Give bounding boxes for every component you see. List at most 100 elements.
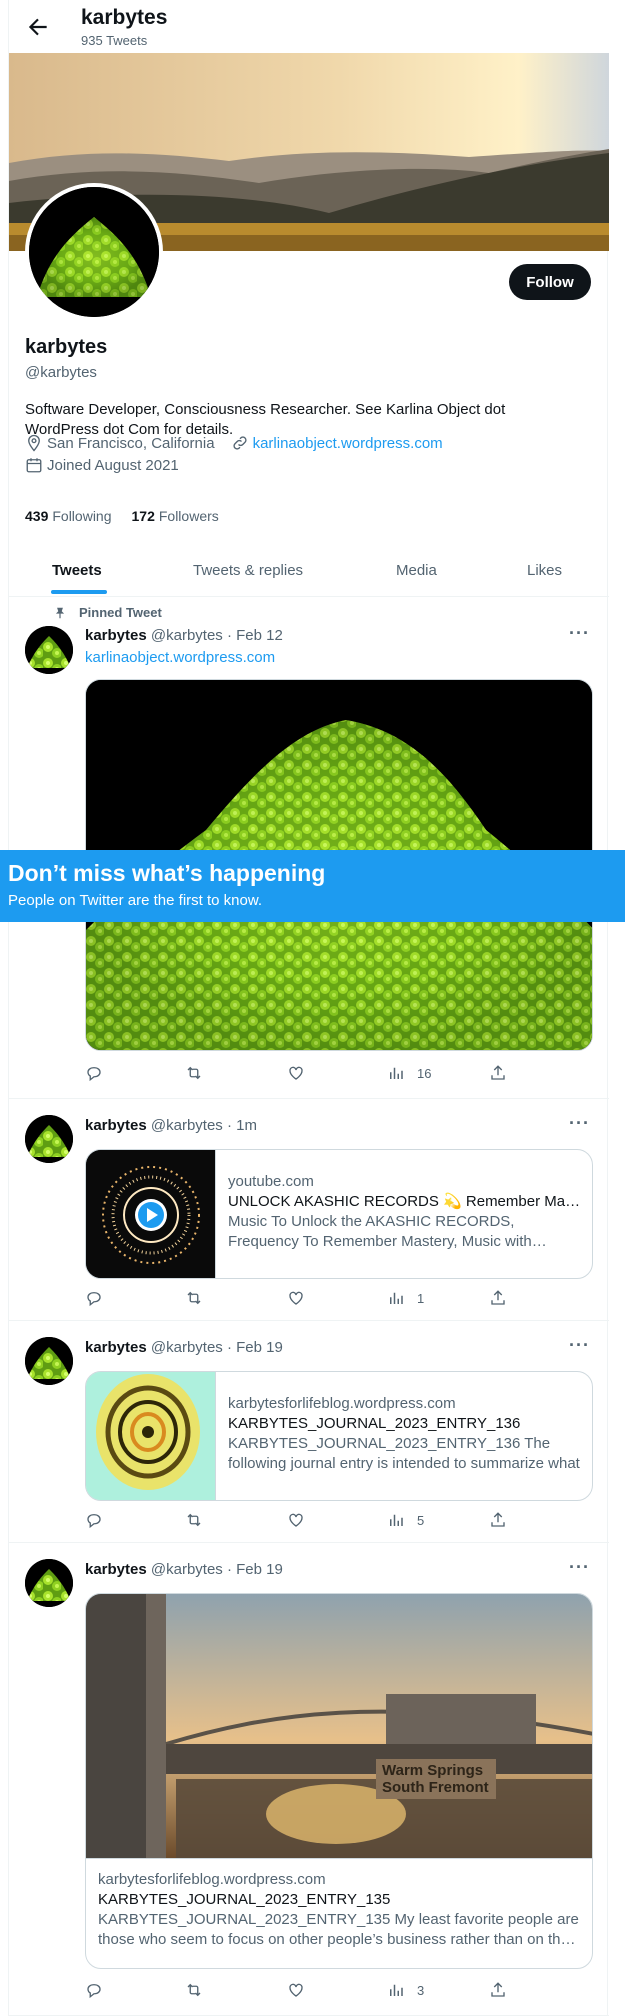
card-description: KARBYTES_JOURNAL_2023_ENTRY_135 My least…: [98, 1911, 579, 1948]
tweet-item[interactable]: Pinned Tweet karbytes @karbytes · Feb 12…: [9, 597, 609, 1099]
signup-banner-headline: Don’t miss what’s happening: [8, 860, 326, 886]
share-button[interactable]: [489, 1511, 519, 1529]
profile-joined-date: Joined August 2021: [47, 456, 179, 474]
heart-icon: [289, 1513, 303, 1527]
reply-button[interactable]: [85, 1064, 115, 1082]
following-count-link[interactable]: 439 Following: [25, 508, 112, 524]
like-button[interactable]: [287, 1981, 317, 1999]
retweet-icon: [187, 1513, 201, 1527]
reply-button[interactable]: [85, 1289, 115, 1307]
card-text: karbytesforlifeblog.wordpress.com KARBYT…: [98, 1870, 582, 1950]
avatar[interactable]: [25, 1337, 73, 1385]
followers-count: 172: [131, 508, 155, 524]
arrow-left-icon[interactable]: [25, 14, 51, 40]
tweet-author-name[interactable]: karbytes: [85, 1339, 147, 1356]
tweet-actions: 16: [85, 1064, 505, 1084]
tweet-meta: @karbytes · Feb 12: [150, 627, 283, 644]
share-button[interactable]: [489, 1289, 519, 1307]
retweet-button[interactable]: [185, 1981, 215, 1999]
reply-icon: [87, 1984, 101, 1999]
tweet-item[interactable]: karbytes @karbytes · 1m ··· youtube.com …: [9, 1099, 609, 1321]
followers-label: Followers: [158, 508, 219, 524]
follow-button[interactable]: Follow: [509, 264, 591, 300]
heart-icon: [289, 1291, 303, 1305]
signup-prompt-banner[interactable]: Don’t miss what’s happening People on Tw…: [0, 850, 625, 922]
profile-meta-row-2: Joined August 2021: [25, 456, 179, 474]
header-profile-name: karbytes: [81, 6, 168, 29]
tweet-actions: 5: [85, 1511, 505, 1531]
link-card-large[interactable]: Warm Springs South Fremont karbytesforli…: [85, 1593, 593, 1969]
retweet-button[interactable]: [185, 1511, 215, 1529]
tweet-meta: @karbytes · 1m: [150, 1117, 257, 1134]
share-icon: [491, 1512, 505, 1527]
retweet-icon: [187, 1291, 201, 1305]
heart-icon: [289, 1983, 303, 1997]
card-title: KARBYTES_JOURNAL_2023_ENTRY_135: [98, 1891, 391, 1908]
reply-icon: [87, 1067, 101, 1082]
like-button[interactable]: [287, 1289, 317, 1307]
tweet-header: karbytes @karbytes · 1m: [85, 1117, 257, 1134]
like-button[interactable]: [287, 1064, 317, 1082]
retweet-icon: [187, 1066, 201, 1080]
pinned-tweet-indicator: Pinned Tweet: [53, 605, 162, 620]
share-button[interactable]: [489, 1064, 519, 1082]
active-tab-indicator: [51, 590, 107, 594]
card-title: UNLOCK AKASHIC RECORDS 💫 Remember Master…: [228, 1193, 584, 1210]
card-description: KARBYTES_JOURNAL_2023_ENTRY_136 The foll…: [228, 1435, 580, 1472]
avatar[interactable]: [25, 626, 73, 674]
tweet-author-name[interactable]: karbytes: [85, 1561, 147, 1578]
tab-media[interactable]: Media: [396, 544, 437, 597]
views-button[interactable]: 1: [387, 1289, 424, 1307]
more-options-icon[interactable]: ···: [569, 1335, 590, 1356]
tweet-header: karbytes @karbytes · Feb 12: [85, 627, 283, 644]
reply-button[interactable]: [85, 1981, 115, 1999]
location-pin-icon: [28, 434, 40, 452]
retweet-button[interactable]: [185, 1064, 215, 1082]
views-chart-icon: [390, 1067, 403, 1079]
profile-header-bar: karbytes 935 Tweets: [9, 0, 609, 53]
link-icon: [233, 436, 247, 450]
card-thumbnail: [86, 1372, 216, 1500]
views-button[interactable]: 5: [387, 1511, 424, 1529]
tweet-author-name[interactable]: karbytes: [85, 627, 147, 644]
share-button[interactable]: [489, 1981, 519, 1999]
tweet-actions: 3: [85, 1981, 505, 2001]
card-domain: karbytesforlifeblog.wordpress.com: [228, 1395, 456, 1412]
following-label: Following: [52, 508, 112, 524]
views-button[interactable]: 16: [387, 1064, 431, 1082]
calendar-icon: [26, 458, 42, 473]
tweet-item[interactable]: karbytes @karbytes · Feb 19 ··· karbytes…: [9, 1321, 609, 1543]
avatar[interactable]: [25, 1115, 73, 1163]
link-card[interactable]: youtube.com UNLOCK AKASHIC RECORDS 💫 Rem…: [85, 1149, 593, 1279]
followers-count-link[interactable]: 172 Followers: [132, 508, 219, 524]
profile-avatar[interactable]: [25, 183, 163, 321]
pinned-label: Pinned Tweet: [79, 605, 162, 620]
profile-website-link[interactable]: karlinaobject.wordpress.com: [253, 435, 443, 452]
follow-counts: 439 Following 172 Followers: [25, 508, 219, 524]
tab-likes[interactable]: Likes: [527, 544, 562, 597]
card-domain: youtube.com: [228, 1173, 314, 1190]
retweet-button[interactable]: [185, 1289, 215, 1307]
heart-icon: [289, 1066, 303, 1080]
views-chart-icon: [390, 1984, 403, 1996]
more-options-icon[interactable]: ···: [569, 623, 590, 644]
link-card[interactable]: karbytesforlifeblog.wordpress.com KARBYT…: [85, 1371, 593, 1501]
tweet-author-name[interactable]: karbytes: [85, 1117, 147, 1134]
card-thumbnail: [86, 1150, 216, 1278]
tab-tweets-and-replies[interactable]: Tweets & replies: [193, 544, 303, 597]
share-icon: [491, 1290, 505, 1305]
station-sign: Warm Springs South Fremont: [382, 1762, 489, 1796]
profile-name: karbytes: [25, 336, 108, 358]
like-button[interactable]: [287, 1511, 317, 1529]
avatar[interactable]: [25, 1559, 73, 1607]
more-options-icon[interactable]: ···: [569, 1113, 590, 1134]
tweet-item[interactable]: karbytes @karbytes · Feb 19 ··· Warm Spr…: [9, 1543, 609, 2016]
signup-banner-subline: People on Twitter are the first to know.: [8, 892, 263, 909]
tweet-text-link[interactable]: karlinaobject.wordpress.com: [85, 649, 275, 666]
more-options-icon[interactable]: ···: [569, 1557, 590, 1578]
reply-button[interactable]: [85, 1511, 115, 1529]
views-count: 16: [417, 1065, 432, 1081]
main-column: karbytes 935 Tweets Follow karbytes @kar…: [8, 0, 609, 2016]
views-button[interactable]: 3: [387, 1981, 424, 1999]
pin-icon: [55, 607, 65, 618]
